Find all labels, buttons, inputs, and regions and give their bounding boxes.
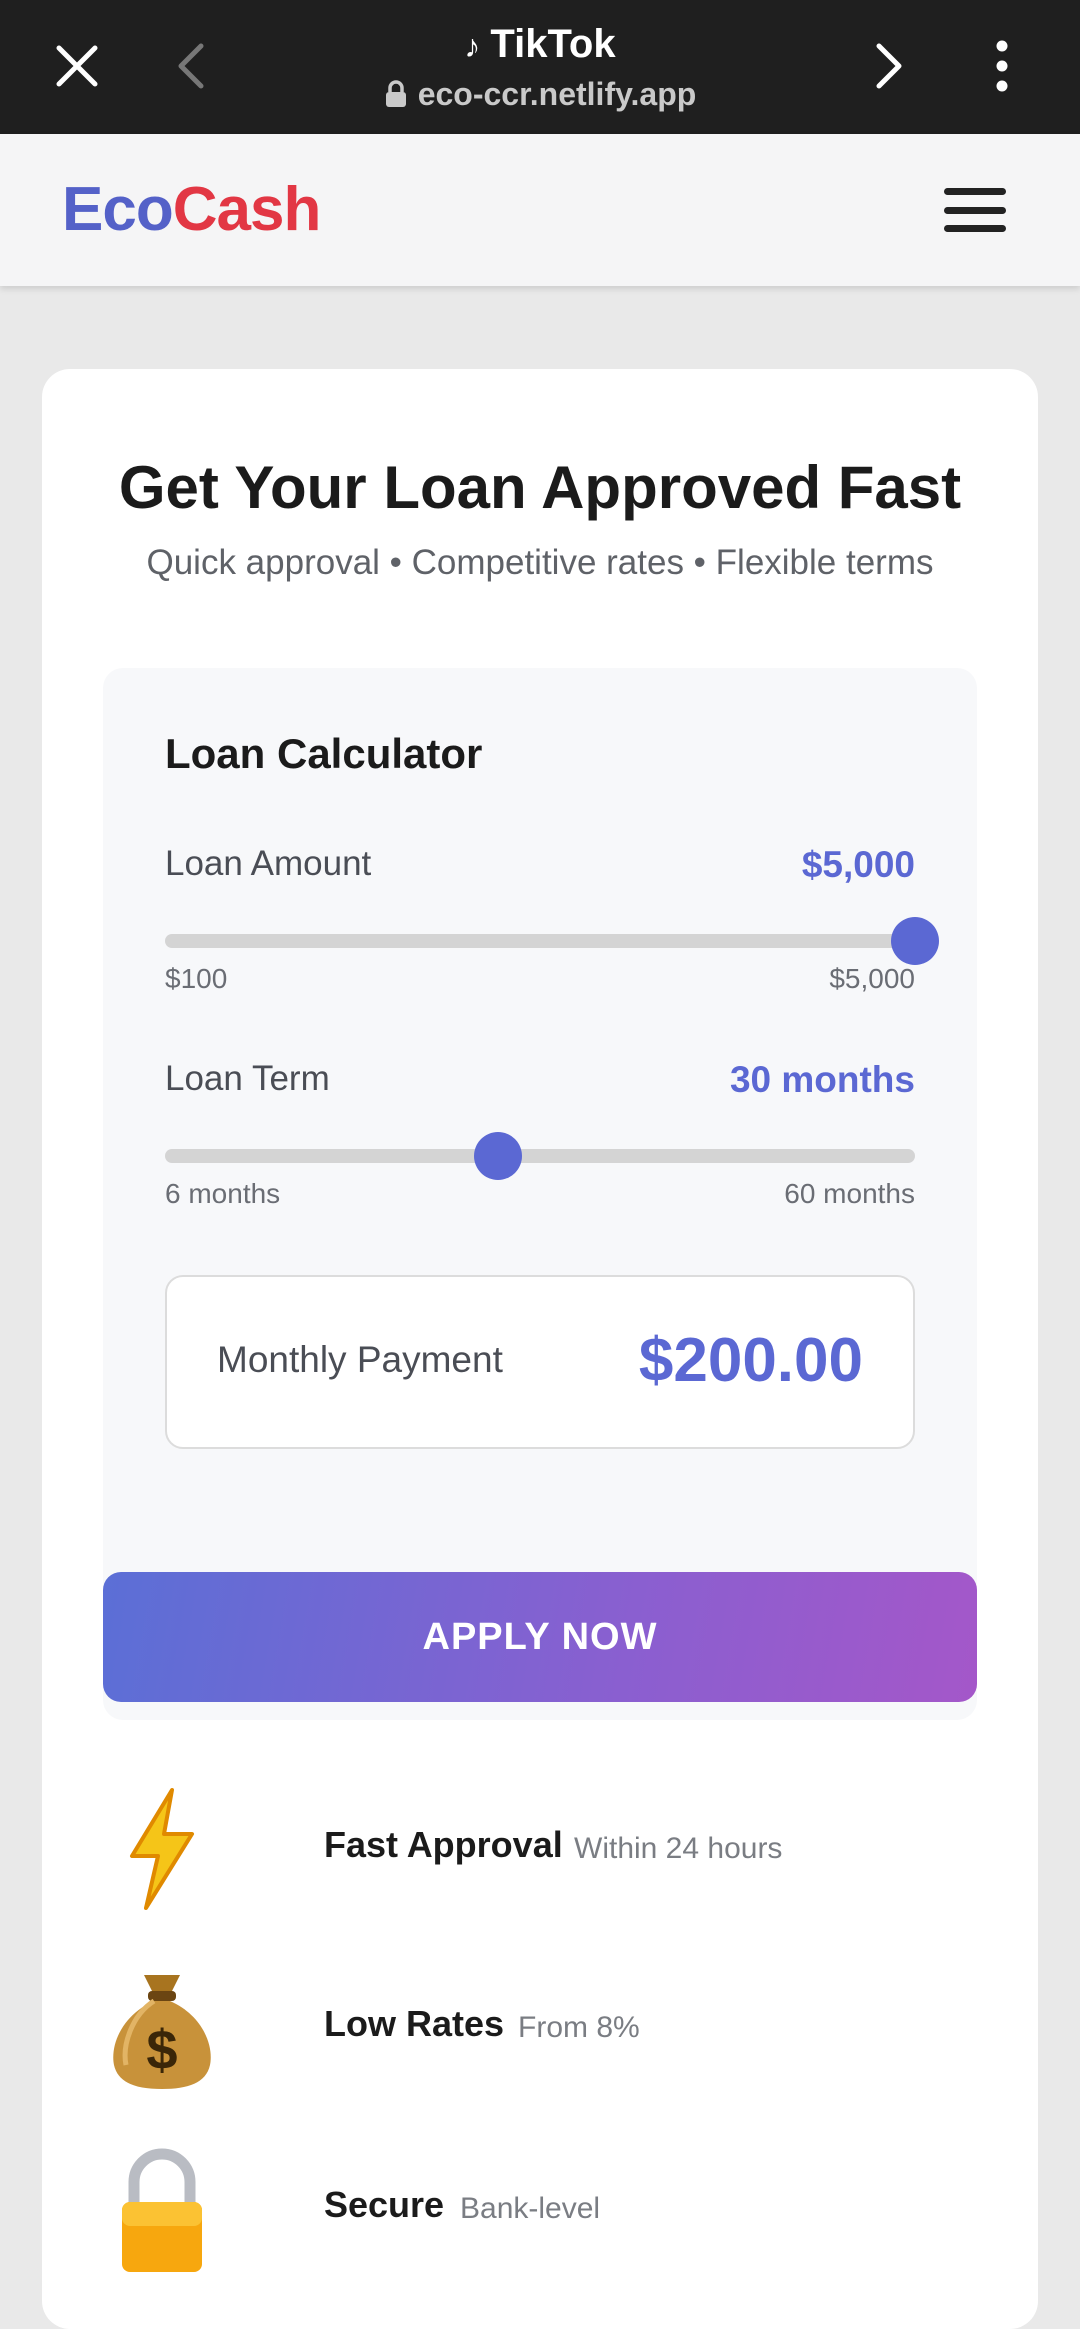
monthly-payment-label: Monthly Payment [217,1339,503,1380]
loan-amount-label: Loan Amount [165,844,372,883]
loan-term-slider[interactable] [165,1132,915,1180]
more-options-icon[interactable] [962,26,1042,106]
page-subtitle: Quick approval • Competitive rates • Fle… [146,543,934,582]
apply-now-button[interactable]: APPLY NOW [103,1572,977,1702]
page-title: Get Your Loan Approved Fast [118,454,962,521]
calculator-title: Loan Calculator [165,730,483,777]
feature-title: Secure [324,2184,445,2225]
feature-low-rates: $ Low Rates From 8% [102,1965,982,2095]
feature-description: Within 24 hours [574,1832,783,1865]
monthly-payment-value: $200.00 [638,1326,863,1395]
loan-term-max: 60 months [784,1178,915,1209]
feature-fast-approval: Fast Approval Within 24 hours [102,1784,982,1914]
loan-amount-slider-thumb[interactable] [891,917,939,965]
lock-icon [384,79,408,116]
monthly-payment-box: Monthly Payment $200.00 [165,1275,915,1449]
loan-calculator: Loan Calculator Loan Amount $5,000 $100 … [103,668,977,1720]
hamburger-menu-icon[interactable] [940,180,1010,240]
loan-term-label: Loan Term [165,1059,330,1098]
loan-term-min: 6 months [165,1178,281,1209]
forward-arrow-icon[interactable] [850,26,930,106]
feature-description: Bank-level [460,2192,601,2225]
feature-title: Fast Approval [324,1824,563,1865]
loan-amount-slider[interactable] [165,917,939,965]
loan-amount-min: $100 [165,963,228,994]
ecocash-logo[interactable]: EcoCash [62,174,321,245]
app-header: EcoCash [0,134,1080,286]
loan-card: Get Your Loan Approved Fast Quick approv… [42,369,1038,2329]
loan-amount-value: $5,000 [801,844,915,885]
loan-term-slider-thumb[interactable] [474,1132,522,1180]
loan-term-value: 30 months [729,1059,915,1100]
lock-icon [102,2146,222,2276]
loan-amount-max: $5,000 [829,963,915,994]
svg-text:$: $ [146,2018,177,2081]
money-bag-icon: $ [102,1965,222,2095]
browser-toolbar: ♪ TikTok eco-ccr.netlify.app [0,0,1080,134]
feature-secure: Secure Bank-level [102,2146,982,2276]
feature-description: From 8% [518,2011,640,2044]
lightning-icon [102,1784,222,1914]
feature-title: Low Rates [324,2003,505,2044]
tiktok-note-icon: ♪ [464,28,481,64]
